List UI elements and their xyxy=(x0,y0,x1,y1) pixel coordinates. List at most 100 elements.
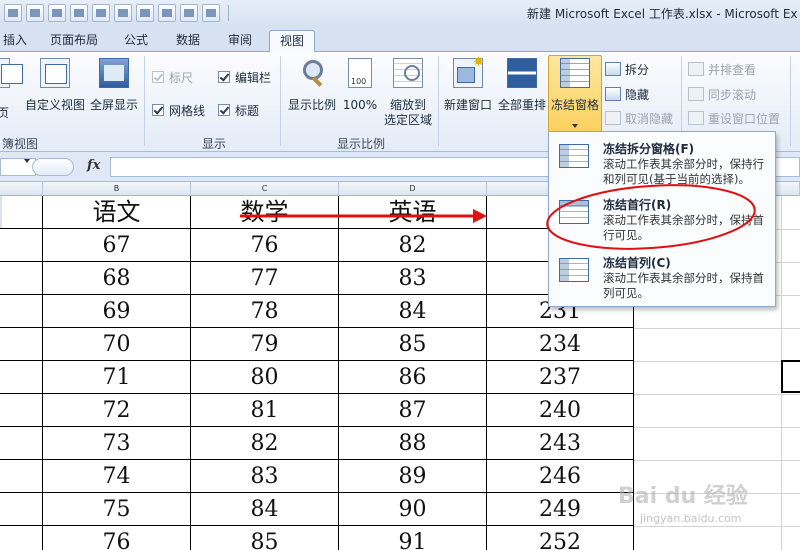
arrange-all-button[interactable]: 全部重排 xyxy=(496,56,548,132)
table-cell[interactable]: 75 xyxy=(43,493,191,526)
tab-data[interactable]: 数据 xyxy=(170,30,206,52)
zoom-button[interactable]: 显示比例 xyxy=(286,56,338,132)
table-cell[interactable] xyxy=(0,493,43,526)
table-cell[interactable]: 80 xyxy=(191,361,339,394)
tab-review[interactable]: 审阅 xyxy=(222,30,258,52)
table-cell[interactable]: 69 xyxy=(43,295,191,328)
table-header-cell[interactable]: 数学 xyxy=(191,196,339,229)
tab-formulas[interactable]: 公式 xyxy=(118,30,154,52)
save-icon[interactable] xyxy=(4,4,22,22)
form-icon[interactable] xyxy=(158,4,176,22)
column-header-b[interactable]: B xyxy=(43,182,191,196)
table-cell[interactable]: 85 xyxy=(191,526,339,550)
table-cell[interactable]: 91 xyxy=(339,526,487,550)
table-cell[interactable] xyxy=(0,196,43,229)
name-box[interactable] xyxy=(0,158,36,176)
column-header-a[interactable] xyxy=(0,182,43,196)
ruler-checkbox[interactable]: 标尺 xyxy=(152,68,193,86)
macro-icon[interactable] xyxy=(180,4,198,22)
table-cell[interactable]: 84 xyxy=(191,493,339,526)
new-window-button[interactable]: 新建窗口 xyxy=(442,55,494,132)
tab-view[interactable]: 视图 xyxy=(269,30,315,53)
table-cell[interactable]: 73 xyxy=(43,427,191,460)
table-cell[interactable]: 82 xyxy=(191,427,339,460)
table-cell[interactable]: 240 xyxy=(487,394,634,427)
column-header-d[interactable]: D xyxy=(339,182,487,196)
print-preview-icon[interactable] xyxy=(48,4,66,22)
table-header-cell[interactable]: 英语 xyxy=(339,196,487,229)
gridlines-checkbox[interactable]: 网格线 xyxy=(152,101,205,119)
reset-position-label: 重设窗口位置 xyxy=(708,111,781,126)
customize-icon[interactable] xyxy=(202,4,220,22)
table-cell[interactable]: 87 xyxy=(339,394,487,427)
table-icon[interactable] xyxy=(70,4,88,22)
table-cell[interactable]: 237 xyxy=(487,361,634,394)
menu-item-freeze-panes[interactable]: 冻结拆分窗格(F) 滚动工作表其余部分时，保持行和列可见(基于当前的选择)。 xyxy=(551,134,773,190)
table-cell[interactable] xyxy=(0,262,43,295)
table-cell[interactable] xyxy=(0,328,43,361)
filter-icon[interactable] xyxy=(114,4,132,22)
column-header-c[interactable]: C xyxy=(191,182,339,196)
table-cell[interactable] xyxy=(0,427,43,460)
format-painter-icon[interactable] xyxy=(92,4,110,22)
split-button[interactable]: 拆分 xyxy=(605,60,649,78)
table-cell[interactable]: 89 xyxy=(339,460,487,493)
table-cell[interactable] xyxy=(0,295,43,328)
formula-bar-checkbox[interactable]: 编辑栏 xyxy=(218,68,271,86)
page-layout-view-button[interactable]: 页 xyxy=(0,56,23,132)
table-cell[interactable]: 76 xyxy=(43,526,191,550)
page-layout-label: 页 xyxy=(0,106,9,120)
table-cell[interactable] xyxy=(0,361,43,394)
table-cell[interactable]: 76 xyxy=(191,229,339,262)
headings-checkbox[interactable]: 标题 xyxy=(218,101,259,119)
table-header-row: 语文 数学 英语 总 xyxy=(0,196,634,229)
menu-item-freeze-first-column[interactable]: 冻结首列(C) 滚动工作表其余部分时，保持首列可见。 xyxy=(551,248,773,304)
table-cell[interactable]: 82 xyxy=(339,229,487,262)
reset-window-position-button[interactable]: 重设窗口位置 xyxy=(688,109,780,127)
table-cell[interactable]: 246 xyxy=(487,460,634,493)
table-header-cell[interactable]: 语文 xyxy=(43,196,191,229)
table-cell[interactable]: 86 xyxy=(339,361,487,394)
table-cell[interactable]: 67 xyxy=(43,229,191,262)
table-cell[interactable]: 243 xyxy=(487,427,634,460)
table-cell[interactable]: 84 xyxy=(339,295,487,328)
table-cell[interactable]: 77 xyxy=(191,262,339,295)
tab-insert[interactable]: 插入 xyxy=(0,30,30,52)
freeze-panes-button[interactable]: 冻结窗格 xyxy=(548,55,602,133)
menu-item-freeze-top-row[interactable]: 冻结首行(R) 滚动工作表其余部分时，保持首行可见。 xyxy=(551,190,773,246)
table-cell[interactable]: 72 xyxy=(43,394,191,427)
insert-function-icon[interactable]: fx xyxy=(87,158,100,173)
table-cell[interactable]: 85 xyxy=(339,328,487,361)
hide-button[interactable]: 隐藏 xyxy=(605,85,649,103)
table-cell[interactable]: 81 xyxy=(191,394,339,427)
table-cell[interactable]: 249 xyxy=(487,493,634,526)
table-cell[interactable]: 70 xyxy=(43,328,191,361)
custom-view-button[interactable]: 自定义视图 xyxy=(24,56,86,132)
table-cell[interactable]: 252 xyxy=(487,526,634,550)
table-cell[interactable]: 74 xyxy=(43,460,191,493)
chevron-down-icon[interactable] xyxy=(24,159,30,163)
table-cell[interactable]: 83 xyxy=(339,262,487,295)
table-cell[interactable]: 71 xyxy=(43,361,191,394)
table-cell[interactable]: 90 xyxy=(339,493,487,526)
full-screen-button[interactable]: 全屏显示 xyxy=(88,56,140,132)
unhide-button[interactable]: 取消隐藏 xyxy=(605,109,673,127)
sort-icon[interactable] xyxy=(136,4,154,22)
table-cell[interactable]: 68 xyxy=(43,262,191,295)
active-cell-cursor[interactable] xyxy=(781,360,800,393)
edit-icon[interactable] xyxy=(26,4,44,22)
table-cell[interactable]: 88 xyxy=(339,427,487,460)
zoom-100-button[interactable]: 100% xyxy=(342,56,378,132)
zoom-to-selection-button[interactable]: 缩放到 选定区域 xyxy=(382,56,434,132)
table-cell[interactable]: 83 xyxy=(191,460,339,493)
table-cell[interactable]: 78 xyxy=(191,295,339,328)
tab-page-layout[interactable]: 页面布局 xyxy=(44,30,104,52)
table-cell[interactable] xyxy=(0,526,43,550)
table-cell[interactable] xyxy=(0,394,43,427)
table-cell[interactable] xyxy=(0,229,43,262)
table-cell[interactable] xyxy=(0,460,43,493)
sync-scroll-button[interactable]: 同步滚动 xyxy=(688,85,756,103)
table-cell[interactable]: 234 xyxy=(487,328,634,361)
view-side-by-side-button[interactable]: 并排查看 xyxy=(688,60,756,78)
table-cell[interactable]: 79 xyxy=(191,328,339,361)
